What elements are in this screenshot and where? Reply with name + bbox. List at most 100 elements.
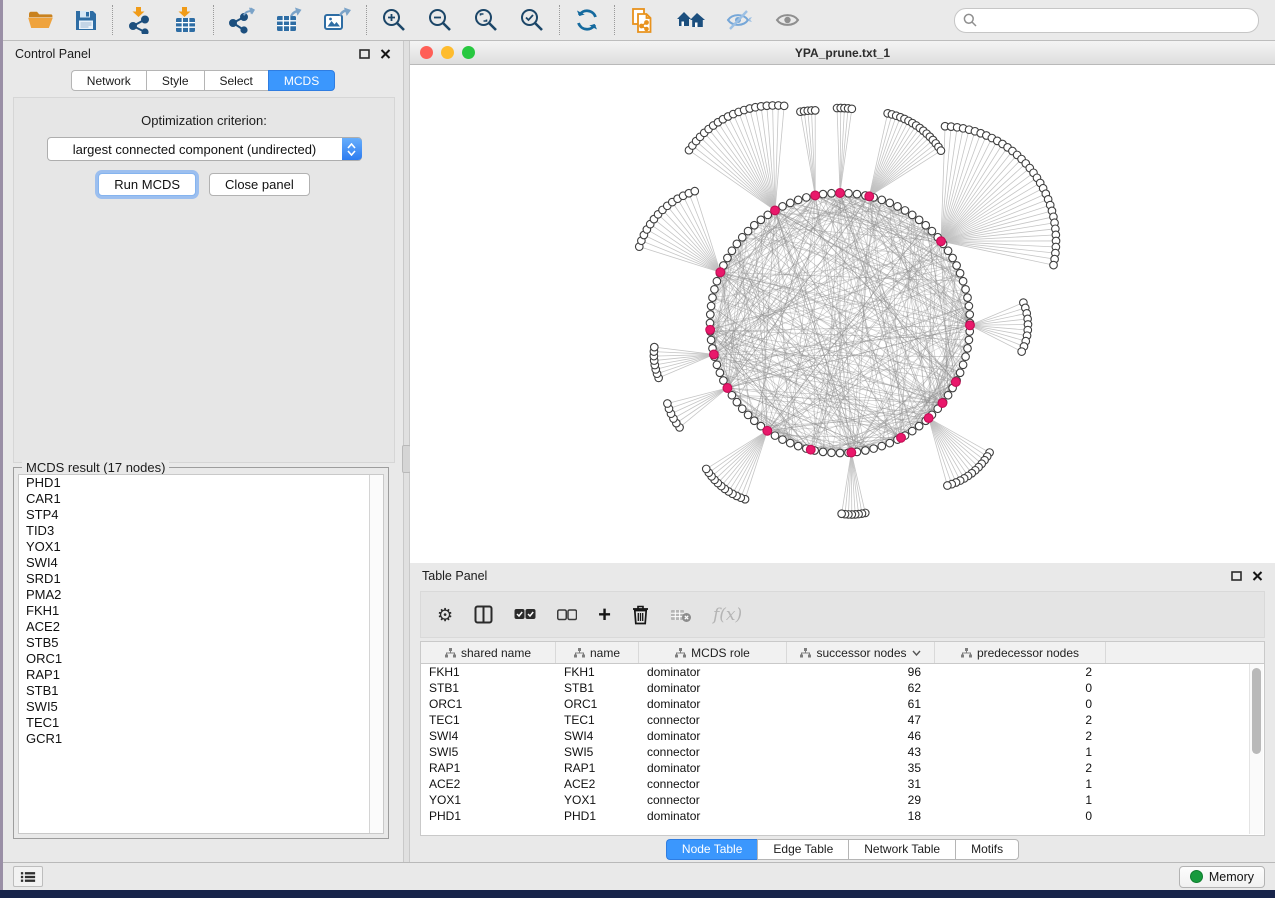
table-row[interactable]: STB1STB1dominator620 <box>421 680 1264 696</box>
mcds-dominator-node[interactable] <box>937 237 946 246</box>
mcds-dominator-node[interactable] <box>938 399 947 408</box>
network-edge[interactable] <box>678 199 721 272</box>
network-node[interactable] <box>786 439 794 447</box>
network-edge[interactable] <box>970 313 1027 325</box>
network-node[interactable] <box>870 445 878 453</box>
network-node[interactable] <box>894 203 902 211</box>
network-node[interactable] <box>953 262 961 270</box>
network-edge[interactable] <box>671 388 727 414</box>
network-edge[interactable] <box>673 388 727 419</box>
column-header-predecessor-nodes[interactable]: predecessor nodes <box>935 642 1106 663</box>
table-row[interactable]: ORC1ORC1dominator610 <box>421 696 1264 712</box>
mcds-dominator-node[interactable] <box>806 445 815 454</box>
mcds-result-item[interactable]: ACE2 <box>19 619 383 635</box>
network-node[interactable] <box>738 233 746 241</box>
network-edge[interactable] <box>840 109 852 193</box>
criterion-dropdown[interactable]: largest connected component (undirected) <box>47 137 362 161</box>
network-edge[interactable] <box>970 303 1023 326</box>
network-node[interactable] <box>836 449 844 457</box>
mcds-result-item[interactable]: GCR1 <box>19 731 383 747</box>
open-session-folder-icon[interactable] <box>27 8 54 32</box>
table-scrollbar-thumb[interactable] <box>1252 668 1261 754</box>
network-edge[interactable] <box>676 388 727 423</box>
network-node[interactable] <box>853 190 861 198</box>
network-edge[interactable] <box>941 141 997 241</box>
panel-splitter[interactable] <box>403 41 410 862</box>
export-image-icon[interactable] <box>323 7 352 34</box>
network-node[interactable] <box>724 254 732 262</box>
mcds-result-item[interactable]: STB5 <box>19 635 383 651</box>
network-edge[interactable] <box>654 219 720 272</box>
network-edge[interactable] <box>929 418 956 482</box>
refresh-view-icon[interactable] <box>574 7 600 33</box>
network-node[interactable] <box>707 302 715 310</box>
tab-edge-table[interactable]: Edge Table <box>757 839 848 860</box>
network-edge[interactable] <box>845 453 851 515</box>
network-edge[interactable] <box>941 241 1055 253</box>
mcds-result-item[interactable]: SWI4 <box>19 555 383 571</box>
column-header-name[interactable]: name <box>556 642 639 663</box>
network-graph[interactable] <box>410 65 1275 563</box>
network-node[interactable] <box>962 353 970 361</box>
add-column-plus-icon[interactable]: + <box>598 606 611 624</box>
network-node[interactable] <box>966 311 974 319</box>
float-panel-icon[interactable] <box>359 49 370 59</box>
network-node[interactable] <box>738 405 746 413</box>
network-node[interactable] <box>733 398 741 406</box>
network-leaf-node[interactable] <box>691 187 699 195</box>
network-node[interactable] <box>908 211 916 219</box>
network-leaf-node[interactable] <box>937 147 945 155</box>
network-node[interactable] <box>706 311 714 319</box>
network-edge[interactable] <box>970 325 1024 346</box>
network-node[interactable] <box>716 369 724 377</box>
duplicate-network-icon[interactable] <box>629 7 656 34</box>
network-node[interactable] <box>757 216 765 224</box>
network-node[interactable] <box>944 247 952 255</box>
mcds-result-item[interactable]: TID3 <box>19 523 383 539</box>
network-edge[interactable] <box>929 418 990 452</box>
table-row[interactable]: PHD1PHD1dominator180 <box>421 808 1264 824</box>
network-node[interactable] <box>959 361 967 369</box>
network-node[interactable] <box>922 221 930 229</box>
network-edge[interactable] <box>970 308 1025 325</box>
close-panel-button[interactable]: Close panel <box>209 173 310 196</box>
network-node[interactable] <box>901 207 909 215</box>
network-edge[interactable] <box>869 121 908 196</box>
zoom-out-icon[interactable] <box>427 7 453 33</box>
window-minimize-icon[interactable] <box>441 46 454 59</box>
show-columns-icon[interactable] <box>474 605 493 624</box>
network-leaf-node[interactable] <box>780 102 788 110</box>
mcds-dominator-node[interactable] <box>771 206 780 215</box>
network-node[interactable] <box>964 294 972 302</box>
mcds-result-item[interactable]: STB1 <box>19 683 383 699</box>
memory-status-button[interactable]: Memory <box>1179 866 1265 888</box>
network-node[interactable] <box>908 427 916 435</box>
mcds-dominator-node[interactable] <box>763 426 772 435</box>
network-node[interactable] <box>828 189 836 197</box>
zoom-fit-icon[interactable] <box>473 7 499 33</box>
network-node[interactable] <box>744 227 752 235</box>
network-node[interactable] <box>944 391 952 399</box>
network-node[interactable] <box>928 227 936 235</box>
network-node[interactable] <box>915 216 923 224</box>
network-leaf-node[interactable] <box>811 107 819 115</box>
tab-node-table[interactable]: Node Table <box>666 839 758 860</box>
show-task-history-icon[interactable] <box>13 866 43 887</box>
network-node[interactable] <box>956 369 964 377</box>
close-table-panel-icon[interactable] <box>1252 571 1263 581</box>
network-node[interactable] <box>750 417 758 425</box>
run-mcds-button[interactable]: Run MCDS <box>98 173 196 196</box>
tab-network-table[interactable]: Network Table <box>848 839 955 860</box>
mcds-result-item[interactable]: CAR1 <box>19 491 383 507</box>
network-edge[interactable] <box>837 108 840 193</box>
network-node[interactable] <box>803 194 811 202</box>
network-edge[interactable] <box>647 229 720 272</box>
zoom-selected-icon[interactable] <box>519 7 545 33</box>
column-header-successor-nodes[interactable]: successor nodes <box>787 642 935 663</box>
network-leaf-node[interactable] <box>664 400 672 408</box>
first-neighbors-houses-icon[interactable] <box>676 8 706 32</box>
network-edge[interactable] <box>644 235 720 272</box>
column-header-shared-name[interactable]: shared name <box>421 642 556 663</box>
network-node[interactable] <box>962 286 970 294</box>
network-edge[interactable] <box>941 194 1046 241</box>
